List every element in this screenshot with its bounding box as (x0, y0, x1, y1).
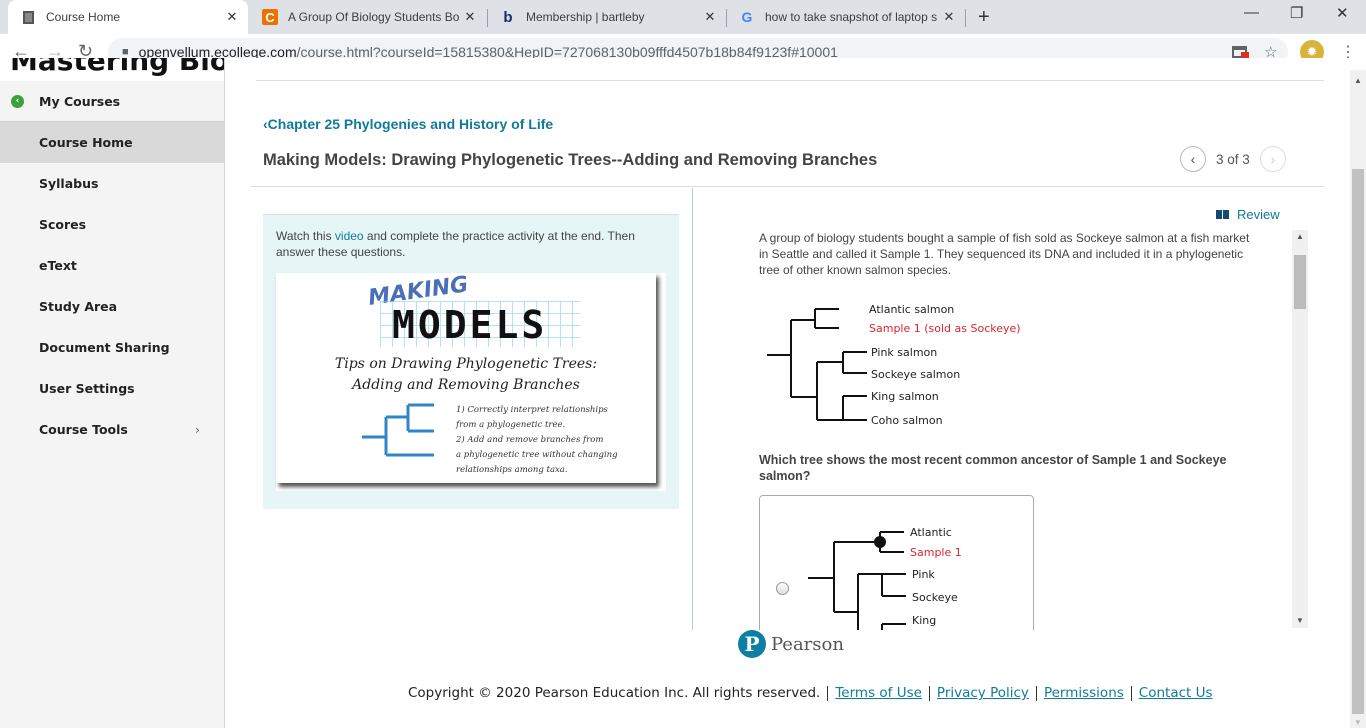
review-link[interactable]: Review (1216, 207, 1280, 222)
close-tab-icon[interactable]: ✕ (460, 9, 480, 25)
bartleby-icon: b (503, 8, 513, 26)
close-window-button[interactable]: ✕ (1336, 4, 1349, 22)
scroll-up-arrow-icon[interactable]: ▲ (1296, 232, 1304, 241)
separator (928, 685, 930, 701)
page-scrollbar[interactable]: ▲ ▼ (1350, 70, 1366, 728)
divider (256, 80, 1324, 81)
choice-tree: Atlantic Sample 1 Pink Sockeye King (808, 526, 962, 630)
question-stem: Which tree shows the most recent common … (759, 453, 1227, 483)
video-subtitle-1: Tips on Drawing Phylogenetic Trees: (334, 356, 598, 372)
tree-taxon: Atlantic (910, 526, 952, 539)
footer: Copyright © 2020 Pearson Education Inc. … (408, 685, 1213, 701)
lock-icon: ■ (122, 46, 129, 58)
tab-google[interactable]: G how to take snapshot of laptop s ✕ (727, 0, 965, 34)
intro-panel: Watch this video and complete the practi… (263, 214, 679, 509)
tree-taxon: King (912, 614, 936, 627)
panel-divider (692, 188, 693, 630)
pearson-logo: P Pearson (738, 630, 844, 658)
book-icon (1216, 210, 1229, 219)
sidebar-item-study-area[interactable]: Study Area (0, 286, 224, 327)
separator (827, 685, 829, 701)
page-title: Making Models: Drawing Phylogenetic Tree… (263, 151, 878, 169)
chapter-breadcrumb-link[interactable]: ‹Chapter 25 Phylogenies and History of L… (263, 116, 553, 132)
privacy-policy-link[interactable]: Privacy Policy (937, 685, 1029, 701)
separator (1035, 685, 1037, 701)
sidebar-item-course-tools[interactable]: Course Tools › (0, 409, 224, 450)
tree-taxon: Pink salmon (871, 346, 937, 359)
question-area: A group of biology students bought a sam… (759, 230, 1254, 630)
tree-taxon: Sockeye salmon (871, 368, 960, 381)
phylogenetic-tree: Atlantic salmon Sample 1 (sold as Sockey… (767, 303, 1021, 427)
pager-text: 3 of 3 (1216, 151, 1250, 167)
minimize-button[interactable]: — (1244, 4, 1259, 21)
tree-taxon-sample: Sample 1 (910, 546, 962, 559)
terms-of-use-link[interactable]: Terms of Use (835, 685, 922, 701)
sidebar-item-course-home[interactable]: Course Home (0, 122, 224, 163)
tree-taxon: Atlantic salmon (869, 303, 954, 316)
answer-choice-1[interactable]: Atlantic Sample 1 Pink Sockeye King (759, 495, 1034, 630)
video-tree-icon (362, 403, 434, 457)
question-text: A group of biology students bought a sam… (759, 231, 1250, 277)
sidebar-item-scores[interactable]: Scores (0, 204, 224, 245)
tab-separator (965, 9, 966, 27)
sidebar-item-my-courses[interactable]: ‹ My Courses (0, 81, 224, 122)
tree-taxon: King salmon (871, 390, 939, 403)
scroll-down-arrow-icon[interactable]: ▼ (1296, 616, 1304, 625)
item-pager: ‹ 3 of 3 › (1180, 146, 1286, 172)
brand-logo: Mastering Biology (0, 58, 224, 81)
video-models-text: MODELS (392, 303, 548, 347)
ancestor-node-marker (874, 536, 886, 548)
restore-button[interactable]: ❐ (1290, 4, 1303, 22)
previous-item-button[interactable]: ‹ (1180, 146, 1206, 172)
answer-radio-1[interactable] (776, 582, 789, 595)
sidebar-item-syllabus[interactable]: Syllabus (0, 163, 224, 204)
question-scrollbar[interactable]: ▲ ▼ (1292, 230, 1308, 628)
chegg-icon: C (262, 9, 278, 25)
sidebar: Mastering Biology ‹ My Courses Course Ho… (0, 58, 225, 728)
new-tab-button[interactable]: + (978, 6, 990, 29)
next-item-button[interactable]: › (1259, 146, 1286, 172)
scroll-up-arrow-icon[interactable]: ▲ (1354, 76, 1362, 85)
permissions-link[interactable]: Permissions (1044, 685, 1124, 701)
close-tab-icon[interactable]: ✕ (222, 9, 242, 25)
video-subtitle-2: Adding and Removing Branches (352, 377, 580, 393)
video-thumbnail[interactable]: MAKING MODELS Tips on Drawing Phylogenet… (276, 272, 666, 491)
page-icon (20, 9, 36, 25)
pearson-p-icon: P (738, 630, 766, 658)
intro-text: Watch this video and complete the practi… (276, 229, 635, 259)
back-circle-icon: ‹ (11, 95, 24, 108)
scrollbar-thumb[interactable] (1294, 255, 1306, 309)
sidebar-item-document-sharing[interactable]: Document Sharing (0, 327, 224, 368)
tab-bartleby[interactable]: b Membership | bartleby ✕ (488, 0, 726, 34)
chevron-right-icon: › (195, 422, 200, 437)
divider (250, 186, 1324, 187)
video-link[interactable]: video (335, 229, 364, 243)
sidebar-item-user-settings[interactable]: User Settings (0, 368, 224, 409)
tree-taxon: Coho salmon (871, 414, 943, 427)
video-card: MAKING MODELS Tips on Drawing Phylogenet… (276, 272, 656, 483)
close-tab-icon[interactable]: ✕ (939, 9, 959, 25)
copyright-text: Copyright © 2020 Pearson Education Inc. … (408, 685, 821, 701)
tab-course-home[interactable]: Course Home ✕ (8, 0, 248, 34)
google-icon: G (741, 9, 753, 25)
main-content: ‹Chapter 25 Phylogenies and History of L… (226, 58, 1350, 728)
close-tab-icon[interactable]: ✕ (700, 9, 720, 25)
video-points: 1) Correctly interpret relationships fro… (456, 405, 618, 475)
contact-us-link[interactable]: Contact Us (1139, 685, 1213, 701)
separator (1130, 685, 1132, 701)
tree-taxon: Sockeye (912, 591, 958, 604)
browser-tab-bar: Course Home ✕ C A Group Of Biology Stude… (0, 0, 1366, 34)
scrollbar-thumb[interactable] (1352, 169, 1364, 714)
tree-taxon: Pink (912, 568, 935, 581)
popup-blocked-icon[interactable] (1232, 46, 1249, 60)
sidebar-item-etext[interactable]: eText (0, 245, 224, 286)
tab-chegg[interactable]: C A Group Of Biology Students Bou ✕ (250, 0, 486, 34)
scroll-down-arrow-icon[interactable]: ▼ (1354, 718, 1362, 727)
tree-taxon-sample: Sample 1 (sold as Sockeye) (869, 322, 1021, 335)
